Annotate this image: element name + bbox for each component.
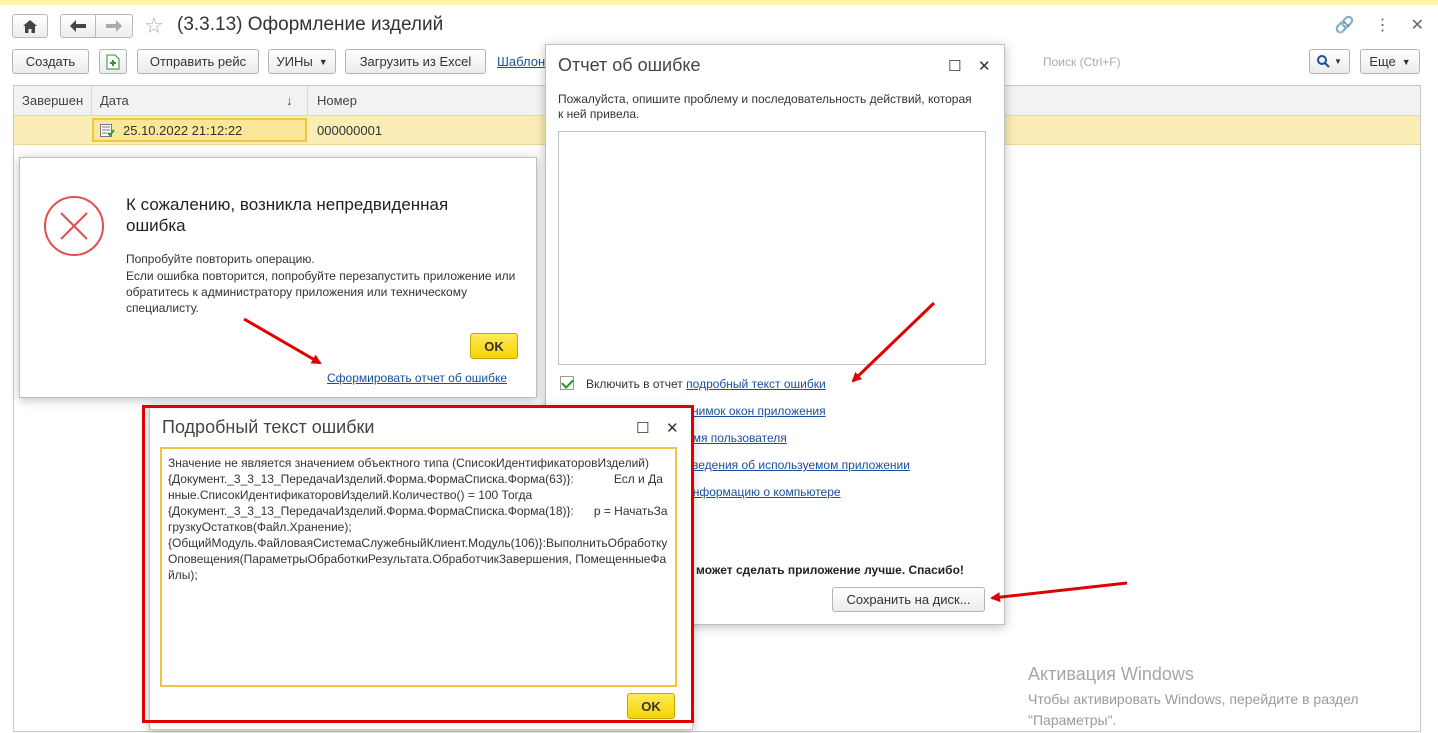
search-button[interactable]: ▼	[1309, 49, 1350, 74]
close-icon[interactable]: ✕	[1411, 15, 1424, 35]
more-dropdown[interactable]: Еще ▼	[1360, 49, 1420, 74]
error-heading: К сожалению, возникла непредвиденная оши…	[126, 195, 449, 235]
option-app-info-link[interactable]: сведения об используемом приложении	[686, 458, 910, 472]
window-controls: 🔗 ⋮ ✕	[1335, 15, 1424, 35]
add-document-icon	[106, 54, 120, 69]
arrow-left-icon	[70, 20, 86, 32]
details-ok-button[interactable]: OK	[627, 693, 675, 719]
error-ok-button[interactable]: OK	[470, 333, 518, 359]
more-label: Еще	[1369, 54, 1396, 69]
search-icon	[1317, 55, 1330, 68]
watermark-line-2: Чтобы активировать Windows, перейдите в …	[1028, 691, 1359, 707]
create-copy-button[interactable]	[99, 49, 127, 74]
maximize-icon[interactable]: ☐	[948, 57, 961, 75]
home-icon	[23, 19, 37, 33]
column-divider	[307, 86, 308, 116]
uins-dropdown[interactable]: УИНы ▼	[268, 49, 336, 74]
create-button[interactable]: Создать	[12, 49, 89, 74]
error-circle-icon	[44, 196, 104, 256]
search-input[interactable]: Поиск (Ctrl+F)	[1043, 55, 1121, 69]
dialog-title: Подробный текст ошибки	[162, 417, 375, 437]
template-link[interactable]: Шаблон	[497, 54, 545, 69]
star-icon[interactable]: ☆	[144, 15, 164, 37]
document-posted-icon	[100, 123, 115, 137]
link-icon[interactable]: 🔗	[1335, 15, 1355, 35]
chevron-down-icon: ▼	[1401, 56, 1411, 67]
home-button[interactable]	[12, 14, 48, 38]
page-title: (3.3.13) Оформление изделий	[177, 14, 444, 35]
error-details-dialog: Подробный текст ошибки ☐ ✕ Значение не я…	[149, 406, 693, 730]
detailed-error-text-link[interactable]: подробный текст ошибки	[686, 377, 826, 391]
more-vertical-icon[interactable]: ⋮	[1375, 15, 1391, 35]
include-prefix: Включить в отчет	[586, 377, 683, 391]
cell-date-text: 25.10.2022 21:12:22	[123, 122, 243, 138]
option-username-link[interactable]: имя пользователя	[686, 431, 787, 445]
save-to-disk-button[interactable]: Сохранить на диск...	[832, 587, 985, 612]
chevron-down-icon: ▼	[318, 56, 328, 67]
create-error-report-link[interactable]: Сформировать отчет об ошибке	[327, 371, 507, 385]
watermark-line-3: "Параметры".	[1028, 712, 1117, 728]
forward-button[interactable]	[95, 14, 133, 38]
column-date[interactable]: Дата	[100, 93, 129, 108]
windows-activation-watermark: Активация Windows Чтобы активировать Win…	[1028, 664, 1359, 731]
title-bar: ☆ (3.3.13) Оформление изделий 🔗 ⋮ ✕	[0, 5, 1438, 47]
option-computer-info-link[interactable]: информацию о компьютере	[686, 485, 841, 499]
error-line-1: Попробуйте повторить операцию.	[126, 252, 315, 266]
close-icon[interactable]: ✕	[666, 419, 679, 437]
error-dialog: К сожалению, возникла непредвиденная оши…	[19, 157, 537, 398]
column-divider	[91, 86, 92, 116]
uins-label: УИНы	[276, 54, 313, 69]
report-prompt: Пожалуйста, опишите проблему и последова…	[558, 92, 972, 121]
error-line-2: Если ошибка повторится, попробуйте перез…	[126, 269, 516, 315]
include-details-row: Включить в отчет подробный текст ошибки	[586, 377, 826, 391]
watermark-title: Активация Windows	[1028, 664, 1194, 684]
send-trip-button[interactable]: Отправить рейс	[137, 49, 259, 74]
dialog-title: Отчет об ошибке	[558, 55, 701, 75]
maximize-icon[interactable]: ☐	[636, 419, 649, 437]
option-screenshot-link[interactable]: снимок окон приложения	[686, 404, 826, 418]
arrow-right-icon	[106, 20, 122, 32]
error-details-text[interactable]: Значение не является значением объектног…	[160, 447, 677, 687]
column-number[interactable]: Номер	[317, 93, 357, 108]
include-details-checkbox[interactable]	[560, 376, 574, 390]
cell-number[interactable]: 000000001	[317, 123, 382, 138]
load-excel-button[interactable]: Загрузить из Excel	[345, 49, 486, 74]
sort-arrow-down-icon: ↓	[286, 93, 293, 108]
close-icon[interactable]: ✕	[978, 57, 991, 75]
chevron-down-icon: ▼	[1334, 57, 1342, 66]
column-completed[interactable]: Завершен	[22, 93, 83, 108]
back-button[interactable]	[60, 14, 96, 38]
thanks-text: может сделать приложение лучше. Спасибо!	[696, 563, 964, 577]
cell-date[interactable]: 25.10.2022 21:12:22	[92, 118, 307, 142]
description-textarea[interactable]	[558, 131, 986, 365]
